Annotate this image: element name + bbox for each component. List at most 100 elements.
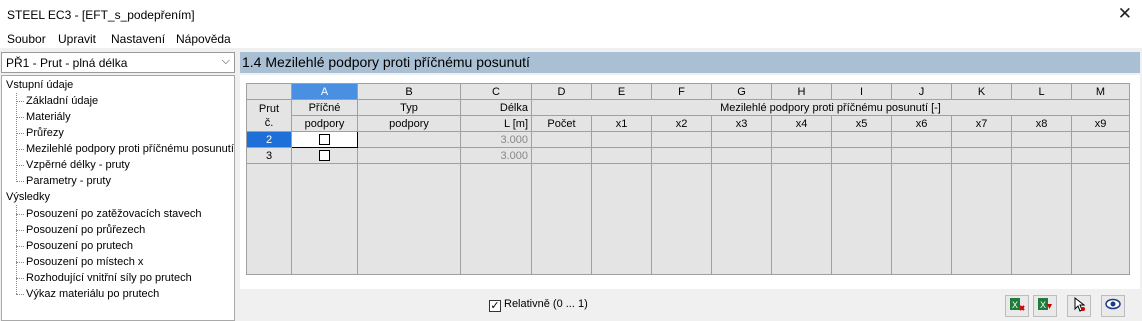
menu-nastaveni[interactable]: Nastavení	[111, 32, 165, 46]
x8-cell[interactable]	[1011, 147, 1072, 164]
tree-item-design-by-section[interactable]: Posouzení po průřezech	[26, 224, 145, 236]
tree-connector	[16, 117, 24, 118]
col-letter-k[interactable]: K	[951, 83, 1012, 100]
export-excel-button[interactable]: X	[1033, 295, 1057, 317]
x7-cell[interactable]	[951, 131, 1012, 148]
title-bar: STEEL EC3 - [EFT_s_podepřením] ✕	[0, 0, 1142, 29]
type-cell[interactable]	[357, 147, 461, 164]
relative-option[interactable]: ✓ Relativně (0 ... 1)	[489, 298, 588, 312]
header-x4: x4	[771, 115, 832, 132]
tree-item-intermediate-supports[interactable]: Mezilehlé podpory proti příčnému posunut…	[26, 143, 234, 155]
filler-cell	[1071, 163, 1130, 275]
count-cell[interactable]	[531, 147, 592, 164]
x3-cell[interactable]	[711, 131, 772, 148]
col-letter-a[interactable]: A	[291, 83, 358, 100]
tree-connector	[16, 93, 17, 182]
col-letter-b[interactable]: B	[357, 83, 461, 100]
svg-text:X: X	[1012, 300, 1018, 310]
col-letter-h[interactable]: H	[771, 83, 832, 100]
row-number[interactable]: 2	[246, 131, 292, 148]
col-letter-f[interactable]: F	[651, 83, 712, 100]
col-letter-g[interactable]: G	[711, 83, 772, 100]
pick-graphically-icon	[1074, 296, 1086, 312]
header-x3: x3	[711, 115, 772, 132]
col-letter-e[interactable]: E	[591, 83, 652, 100]
tree-item-parts-list[interactable]: Výkaz materiálu po prutech	[26, 288, 159, 300]
x6-cell[interactable]	[891, 147, 952, 164]
panel-header: 1.4 Mezilehlé podpory proti příčnému pos…	[240, 52, 1140, 73]
panel-title: 1.4 Mezilehlé podpory proti příčnému pos…	[242, 54, 530, 70]
table-row: 2 3.000	[246, 131, 1130, 148]
x1-cell[interactable]	[591, 131, 652, 148]
x4-cell[interactable]	[771, 131, 832, 148]
count-cell[interactable]	[531, 131, 592, 148]
header-type-line1: Typ	[357, 99, 461, 116]
menu-soubor[interactable]: Soubor	[7, 32, 46, 46]
header-supports-line1: Příčné	[291, 99, 358, 116]
col-letter-i[interactable]: I	[831, 83, 892, 100]
tree-connector	[16, 262, 24, 263]
header-count: Počet	[531, 115, 592, 132]
x4-cell[interactable]	[771, 147, 832, 164]
supports-cell[interactable]	[291, 131, 358, 148]
import-excel-button[interactable]: X	[1005, 295, 1029, 317]
supports-cell[interactable]	[291, 147, 358, 164]
menu-bar: Soubor Upravit Nastavení Nápověda	[0, 29, 1142, 48]
tree-group-input[interactable]: Vstupní údaje	[6, 79, 73, 91]
supports-table: A B C D E F G H I J K L M Prut č. Příčné …	[246, 83, 1130, 275]
filler-cell	[891, 163, 952, 275]
tree-item-materials[interactable]: Materiály	[26, 111, 71, 123]
tree-group-results[interactable]: Výsledky	[6, 191, 50, 203]
tree-item-design-by-load-case[interactable]: Posouzení po zatěžovacích stavech	[26, 208, 202, 220]
view-button[interactable]	[1101, 295, 1125, 317]
col-letter-c[interactable]: C	[460, 83, 532, 100]
col-letter-d[interactable]: D	[531, 83, 592, 100]
col-letter-l[interactable]: L	[1011, 83, 1072, 100]
supports-checkbox[interactable]	[319, 134, 330, 146]
length-cell[interactable]: 3.000	[460, 147, 532, 164]
x8-cell[interactable]	[1011, 131, 1072, 148]
tree-connector	[16, 133, 24, 134]
relative-checkbox[interactable]: ✓	[489, 300, 501, 312]
filler-cell	[460, 163, 532, 275]
length-cell[interactable]: 3.000	[460, 131, 532, 148]
row-number[interactable]: 3	[246, 147, 292, 164]
filler-cell	[531, 163, 592, 275]
x2-cell[interactable]	[651, 131, 712, 148]
close-icon[interactable]: ✕	[1118, 4, 1132, 24]
type-cell[interactable]	[357, 131, 461, 148]
navigator-tree: Vstupní údaje Základní údaje Materiály P…	[1, 75, 235, 321]
filler-cell	[1011, 163, 1072, 275]
pick-graphically-button[interactable]	[1067, 295, 1091, 317]
x5-cell[interactable]	[831, 147, 892, 164]
col-letter-j[interactable]: J	[891, 83, 952, 100]
menu-upravit[interactable]: Upravit	[58, 32, 96, 46]
tree-item-parameters[interactable]: Parametry - pruty	[26, 175, 111, 187]
x7-cell[interactable]	[951, 147, 1012, 164]
header-x7: x7	[951, 115, 1012, 132]
tree-item-governing-forces[interactable]: Rozhodující vnitřní síly po prutech	[26, 272, 192, 284]
tree-connector	[16, 278, 24, 279]
tree-connector	[16, 246, 24, 247]
header-intermediate-group: Mezilehlé podpory proti příčnému posunut…	[531, 99, 1130, 116]
col-letter-m[interactable]: M	[1071, 83, 1130, 100]
x3-cell[interactable]	[711, 147, 772, 164]
supports-checkbox[interactable]	[319, 150, 330, 162]
main-panel: 1.4 Mezilehlé podpory proti příčnému pos…	[240, 52, 1140, 321]
tree-item-design-by-location[interactable]: Posouzení po místech x	[26, 256, 143, 268]
chevron-down-icon[interactable]: ⌵	[222, 55, 230, 68]
x1-cell[interactable]	[591, 147, 652, 164]
menu-napoveda[interactable]: Nápověda	[176, 32, 231, 46]
tree-item-basic-data[interactable]: Základní údaje	[26, 95, 98, 107]
tree-item-cross-sections[interactable]: Průřezy	[26, 127, 64, 139]
case-combo[interactable]: PŘ1 - Prut - plná délka ⌵	[1, 52, 235, 73]
x9-cell[interactable]	[1071, 147, 1130, 164]
x6-cell[interactable]	[891, 131, 952, 148]
tree-item-design-by-member[interactable]: Posouzení po prutech	[26, 240, 133, 252]
tree-item-buckling-lengths[interactable]: Vzpěrné délky - pruty	[26, 159, 130, 171]
tree-connector	[16, 205, 17, 294]
x2-cell[interactable]	[651, 147, 712, 164]
x5-cell[interactable]	[831, 131, 892, 148]
x9-cell[interactable]	[1071, 131, 1130, 148]
header-member-no: Prut č.	[246, 99, 292, 132]
